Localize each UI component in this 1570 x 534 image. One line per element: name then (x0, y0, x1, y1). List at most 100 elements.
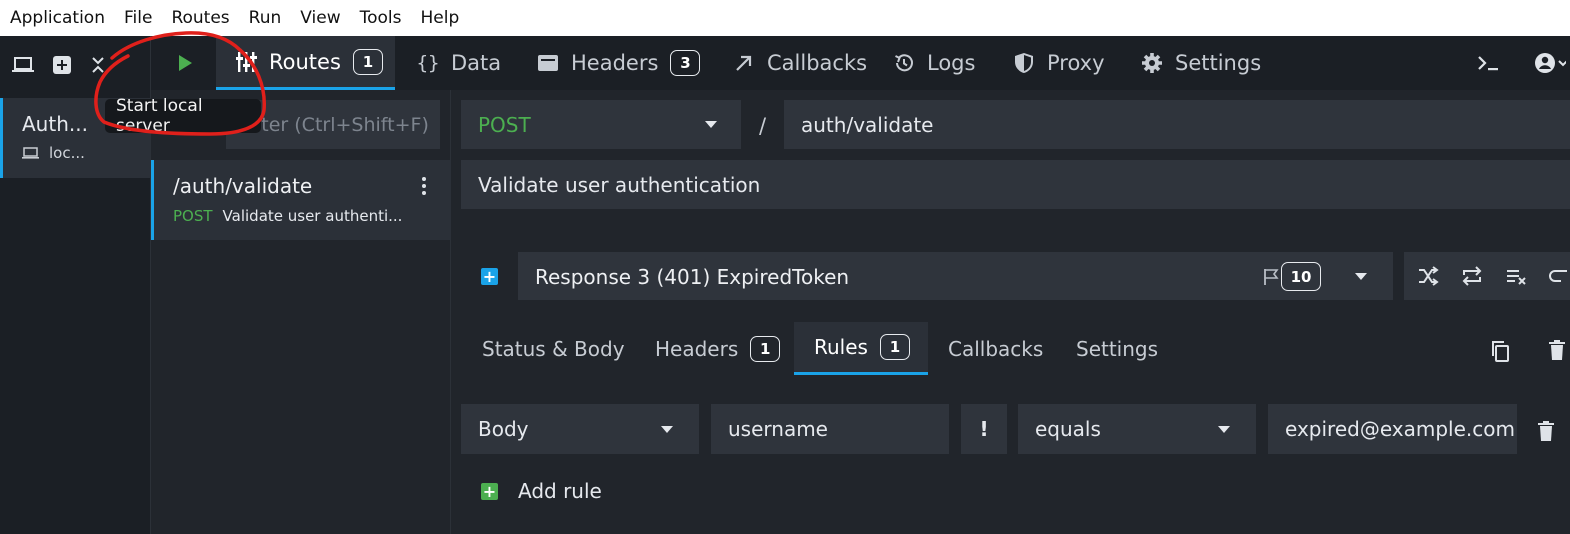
start-server-button[interactable] (175, 53, 195, 73)
rule-operator-value: equals (1035, 417, 1101, 441)
environment-host: loc... (49, 144, 85, 162)
rule-value-input[interactable]: expired@example.com (1268, 404, 1517, 454)
callback-arrow-icon (733, 52, 755, 74)
menu-view[interactable]: View (300, 8, 340, 28)
response-mode-toolbar (1404, 252, 1570, 300)
add-response-button[interactable]: + (481, 268, 498, 285)
chevron-down-icon (1218, 426, 1230, 433)
rule-property-value: username (728, 417, 828, 441)
tab-settings[interactable]: Settings (1141, 36, 1261, 90)
tab-response-callbacks[interactable]: Callbacks (928, 322, 1063, 375)
local-host-icon (22, 146, 39, 159)
tab-rules-label: Rules (814, 335, 868, 359)
collapse-icon[interactable] (90, 54, 106, 80)
tab-logs[interactable]: Logs (893, 36, 975, 90)
gear-icon (1141, 52, 1163, 74)
tab-status-body[interactable]: Status & Body (462, 322, 645, 375)
add-rule-icon[interactable]: + (481, 483, 498, 500)
path-separator: / (759, 114, 767, 138)
terminal-icon[interactable] (1477, 53, 1499, 77)
shield-icon (1013, 52, 1035, 74)
play-icon (179, 55, 192, 71)
route-path-input[interactable]: auth/validate (784, 100, 1570, 149)
response-select-label: Response 3 (401) ExpiredToken (535, 265, 850, 289)
headers-icon (537, 52, 559, 74)
add-rule-button[interactable]: Add rule (518, 479, 602, 503)
environment-toolbar (0, 36, 151, 98)
menu-bar: Application File Routes Run View Tools H… (0, 0, 1570, 36)
tab-settings-label: Settings (1175, 51, 1262, 75)
tab-status-body-label: Status & Body (482, 336, 625, 361)
route-list-item[interactable]: /auth/validate POST Validate user authent… (151, 160, 451, 240)
rule-property-input[interactable]: username (711, 404, 949, 454)
menu-run[interactable]: Run (249, 8, 282, 28)
tab-callbacks-label: Callbacks (767, 51, 868, 75)
headers-count-badge: 3 (670, 50, 701, 76)
tab-data-label: Data (451, 51, 502, 75)
method-select[interactable]: POST (461, 100, 741, 149)
rule-target-select[interactable]: Body (461, 404, 699, 454)
rule-value: expired@example.com (1285, 417, 1515, 441)
response-headers-count-badge: 1 (750, 335, 781, 362)
tab-headers-label: Headers (571, 51, 659, 75)
flag-icon[interactable] (1263, 268, 1279, 286)
tab-callbacks[interactable]: Callbacks (733, 36, 867, 90)
menu-help[interactable]: Help (421, 8, 460, 28)
routes-column: lter (Ctrl+Shift+F) /auth/validate POST V… (151, 90, 451, 534)
more-options-icon[interactable] (421, 176, 427, 196)
add-environment-icon[interactable] (52, 55, 72, 79)
rule-invert-button[interactable]: ! (961, 404, 1007, 454)
route-item-method: POST (173, 207, 213, 225)
rule-invert-label: ! (979, 417, 989, 441)
trash-icon[interactable] (1549, 340, 1565, 360)
rules-count-badge: 1 (879, 334, 910, 360)
routes-count-badge: 1 (352, 48, 383, 75)
account-icon[interactable] (1534, 52, 1568, 78)
tab-logs-label: Logs (927, 51, 976, 75)
rules-disabled-icon[interactable] (1505, 266, 1527, 286)
shuffle-icon[interactable] (1417, 266, 1439, 286)
delete-rule-icon[interactable] (1538, 421, 1554, 441)
tab-response-headers[interactable]: Headers 1 (635, 322, 800, 375)
menu-file[interactable]: File (124, 8, 152, 28)
tab-proxy-label: Proxy (1047, 51, 1105, 75)
chevron-down-icon (1355, 273, 1367, 280)
rule-operator-select[interactable]: equals (1018, 404, 1256, 454)
fallback-icon[interactable] (1549, 266, 1569, 286)
route-item-description: Validate user authenti... (222, 207, 403, 225)
route-item-path: /auth/validate (173, 174, 313, 198)
route-documentation-input[interactable]: Validate user authentication (461, 160, 1570, 209)
tab-routes-label: Routes (269, 49, 341, 74)
menu-tools[interactable]: Tools (360, 8, 402, 28)
tab-routes[interactable]: Routes 1 (216, 36, 395, 90)
chevron-down-icon (705, 121, 717, 128)
tab-response-callbacks-label: Callbacks (948, 336, 1044, 361)
tab-proxy[interactable]: Proxy (1013, 36, 1105, 90)
route-item-details: POST Validate user authenti... (173, 207, 451, 225)
duplicate-icon[interactable] (1490, 340, 1510, 362)
chevron-down-icon (661, 426, 673, 433)
sequential-icon[interactable] (1461, 266, 1483, 286)
route-editor: POST / auth/validate Validate user authe… (451, 90, 1570, 534)
routes-icon (235, 51, 257, 73)
response-latency-badge: 10 (1281, 262, 1321, 291)
route-path-value: auth/validate (801, 112, 934, 137)
tab-response-settings[interactable]: Settings (1056, 322, 1178, 375)
environment-host-row: loc... (22, 144, 150, 162)
rule-target-value: Body (478, 417, 529, 441)
start-server-tooltip: Start local server (105, 96, 261, 136)
tab-response-settings-label: Settings (1076, 336, 1159, 361)
method-select-value: POST (478, 112, 531, 137)
tab-data[interactable]: {} Data (416, 36, 502, 90)
response-select[interactable]: Response 3 (401) ExpiredToken 10 (518, 252, 1393, 300)
route-documentation-value: Validate user authentication (478, 172, 761, 197)
menu-application[interactable]: Application (10, 8, 105, 28)
history-icon (893, 52, 915, 74)
laptop-icon[interactable] (12, 57, 34, 77)
top-navigation: Routes 1 {} Data Headers 3 Callbacks Log… (151, 36, 1570, 90)
menu-routes[interactable]: Routes (171, 8, 229, 28)
tab-rules[interactable]: Rules 1 (794, 322, 928, 375)
tab-response-headers-label: Headers (655, 336, 739, 361)
braces-icon: {} (416, 52, 440, 74)
tab-headers[interactable]: Headers 3 (537, 36, 701, 90)
